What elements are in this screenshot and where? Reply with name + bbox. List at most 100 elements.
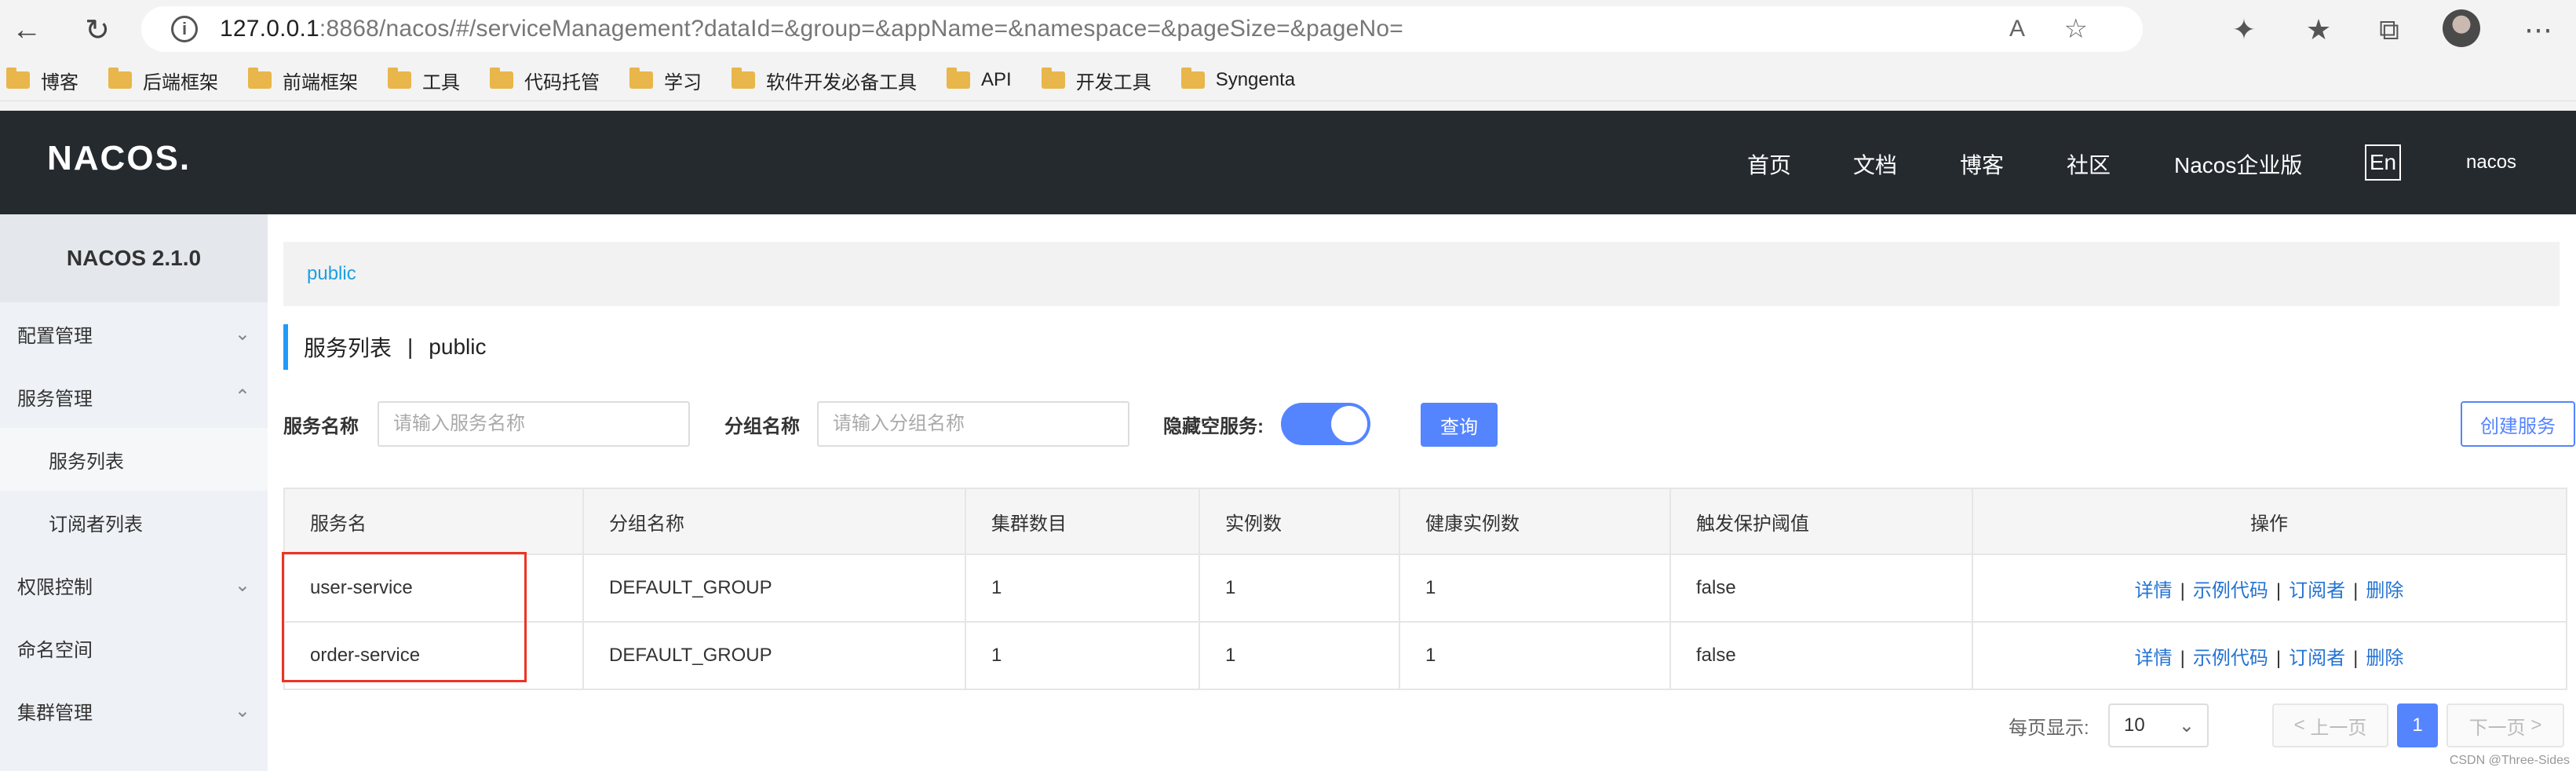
col-cluster-count: 集群数目 — [965, 488, 1200, 554]
namespace-bar: public — [283, 242, 2560, 306]
bookmark-dev-tools[interactable]: 开发工具 — [1041, 67, 1151, 94]
page-title-namespace: public — [429, 334, 487, 359]
folder-icon — [6, 68, 30, 89]
folder-icon — [490, 68, 513, 89]
page-size-select[interactable]: 10 ⌄ — [2108, 703, 2209, 747]
cell-instance-count: 1 — [1199, 554, 1400, 622]
sidebar-item-service-list[interactable]: 服务列表 — [0, 428, 268, 491]
bookmark-tools[interactable]: 工具 — [388, 67, 460, 94]
page-title-text: 服务列表 — [304, 336, 392, 360]
sample-code-link[interactable]: 示例代码 — [2193, 648, 2268, 669]
language-toggle[interactable]: En — [2365, 144, 2401, 181]
folder-icon — [947, 68, 970, 89]
sidebar-item-cluster[interactable]: 集群管理 ⌄ — [0, 679, 268, 742]
hide-empty-toggle[interactable] — [1281, 403, 1370, 445]
page-size-label: 每页显示: — [2009, 717, 2089, 739]
sidebar-item-label: 集群管理 — [17, 702, 93, 724]
folder-icon — [1180, 68, 1205, 89]
bookmark-label: 代码托管 — [524, 71, 600, 93]
sidebar-item-subscriber-list[interactable]: 订阅者列表 — [0, 491, 268, 554]
query-button[interactable]: 查询 — [1421, 403, 1498, 447]
profile-avatar[interactable] — [2443, 9, 2480, 47]
bookmark-label: API — [981, 69, 1012, 90]
op-separator: | — [2353, 579, 2359, 601]
bookmark-study[interactable]: 学习 — [629, 67, 702, 94]
bookmark-label: 前端框架 — [283, 71, 358, 93]
nav-enterprise[interactable]: Nacos企业版 — [2174, 148, 2302, 180]
group-name-label: 分组名称 — [724, 415, 800, 437]
bookmark-api[interactable]: API — [947, 68, 1012, 91]
nacos-logo[interactable]: NACOS. — [47, 139, 191, 178]
page-number-current[interactable]: 1 — [2397, 703, 2438, 747]
chevron-down-icon: ⌄ — [234, 700, 250, 722]
cell-operations: 详情 | 示例代码 | 订阅者 | 删除 — [1972, 621, 2567, 689]
url-text[interactable]: 127.0.0.1:8868/nacos/#/serviceManagement… — [220, 16, 1403, 42]
browser-chrome: ← ↻ i 127.0.0.1:8868/nacos/#/serviceMana… — [0, 0, 2576, 111]
filter-bar: 服务名称 分组名称 隐藏空服务: 查询 创建服务 — [283, 401, 2575, 447]
bookmark-syngenta[interactable]: Syngenta — [1180, 68, 1295, 91]
cell-healthy-count: 1 — [1399, 554, 1671, 622]
browser-toolbar: ← ↻ i 127.0.0.1:8868/nacos/#/serviceMana… — [0, 0, 2576, 60]
sidebar-item-namespace[interactable]: 命名空间 — [0, 616, 268, 679]
sample-code-link[interactable]: 示例代码 — [2193, 580, 2268, 601]
detail-link[interactable]: 详情 — [2135, 648, 2173, 669]
cell-healthy-count: 1 — [1399, 621, 1671, 689]
sidebar-title: NACOS 2.1.0 — [0, 214, 268, 302]
bookmark-code-hosting[interactable]: 代码托管 — [490, 67, 600, 94]
extensions-icon[interactable]: ✦ — [2225, 11, 2263, 49]
detail-link[interactable]: 详情 — [2135, 580, 2173, 601]
bookmark-backend[interactable]: 后端框架 — [108, 67, 218, 94]
chevron-up-icon: ⌃ — [234, 386, 250, 407]
url-host: 127.0.0.1 — [220, 16, 319, 42]
site-info-icon[interactable]: i — [171, 16, 198, 42]
sidebar-item-auth[interactable]: 权限控制 ⌄ — [0, 554, 268, 616]
table-row: user-service DEFAULT_GROUP 1 1 1 false 详… — [284, 554, 2567, 622]
address-bar[interactable]: i 127.0.0.1:8868/nacos/#/serviceManageme… — [141, 6, 2143, 52]
sidebar-item-label: 服务管理 — [17, 388, 93, 410]
collections-icon[interactable]: ⧉ — [2370, 11, 2408, 49]
sidebar-item-config[interactable]: 配置管理 ⌄ — [0, 302, 268, 365]
nav-home[interactable]: 首页 — [1747, 148, 1791, 180]
reload-icon[interactable]: ↻ — [78, 11, 116, 49]
read-aloud-icon[interactable]: A — [2009, 16, 2025, 42]
group-name-input[interactable] — [817, 401, 1129, 447]
bookmark-label: 后端框架 — [143, 71, 218, 93]
delete-link[interactable]: 删除 — [2366, 648, 2403, 669]
folder-icon — [388, 68, 411, 89]
page-title-separator: | — [407, 334, 414, 359]
bookmark-label: 工具 — [422, 71, 460, 93]
col-service-name: 服务名 — [284, 488, 584, 554]
col-group-name: 分组名称 — [583, 488, 966, 554]
annotation-highlight-box — [282, 552, 527, 682]
subscriber-link[interactable]: 订阅者 — [2289, 580, 2345, 601]
back-icon[interactable]: ← — [8, 11, 46, 49]
bookmark-frontend[interactable]: 前端框架 — [248, 67, 358, 94]
add-favorite-icon[interactable]: ☆ — [2064, 13, 2088, 45]
bookmark-label: 博客 — [41, 71, 78, 93]
namespace-tab-public[interactable]: public — [307, 263, 356, 285]
user-menu[interactable]: nacos — [2466, 152, 2516, 174]
nav-blog[interactable]: 博客 — [1960, 148, 2004, 180]
prev-page-label: 上一页 — [2310, 717, 2367, 739]
nav-docs[interactable]: 文档 — [1853, 148, 1897, 180]
page-title: 服务列表 | public — [283, 324, 486, 370]
pagination: 每页显示: 10 ⌄ < 上一页 1 下一页 > — [268, 703, 2576, 747]
folder-icon — [732, 68, 755, 89]
col-instance-count: 实例数 — [1199, 488, 1400, 554]
bookmark-dev-essentials[interactable]: 软件开发必备工具 — [732, 67, 917, 94]
more-menu-icon[interactable]: ⋯ — [2519, 11, 2557, 49]
prev-page-button[interactable]: < 上一页 — [2272, 703, 2388, 747]
op-separator: | — [2275, 579, 2282, 601]
service-name-input[interactable] — [378, 401, 690, 447]
app-header: NACOS. 首页 文档 博客 社区 Nacos企业版 En nacos — [0, 111, 2576, 214]
sidebar-item-service[interactable]: 服务管理 ⌃ — [0, 365, 268, 428]
next-page-button[interactable]: 下一页 > — [2446, 703, 2564, 747]
delete-link[interactable]: 删除 — [2366, 580, 2403, 601]
subscriber-link[interactable]: 订阅者 — [2289, 648, 2345, 669]
create-service-button[interactable]: 创建服务 — [2461, 401, 2575, 447]
favorites-icon[interactable]: ★ — [2300, 11, 2337, 49]
nav-community[interactable]: 社区 — [2067, 148, 2111, 180]
bookmark-blog[interactable]: 博客 — [6, 67, 78, 94]
op-separator: | — [2353, 647, 2359, 669]
folder-icon — [629, 68, 653, 89]
